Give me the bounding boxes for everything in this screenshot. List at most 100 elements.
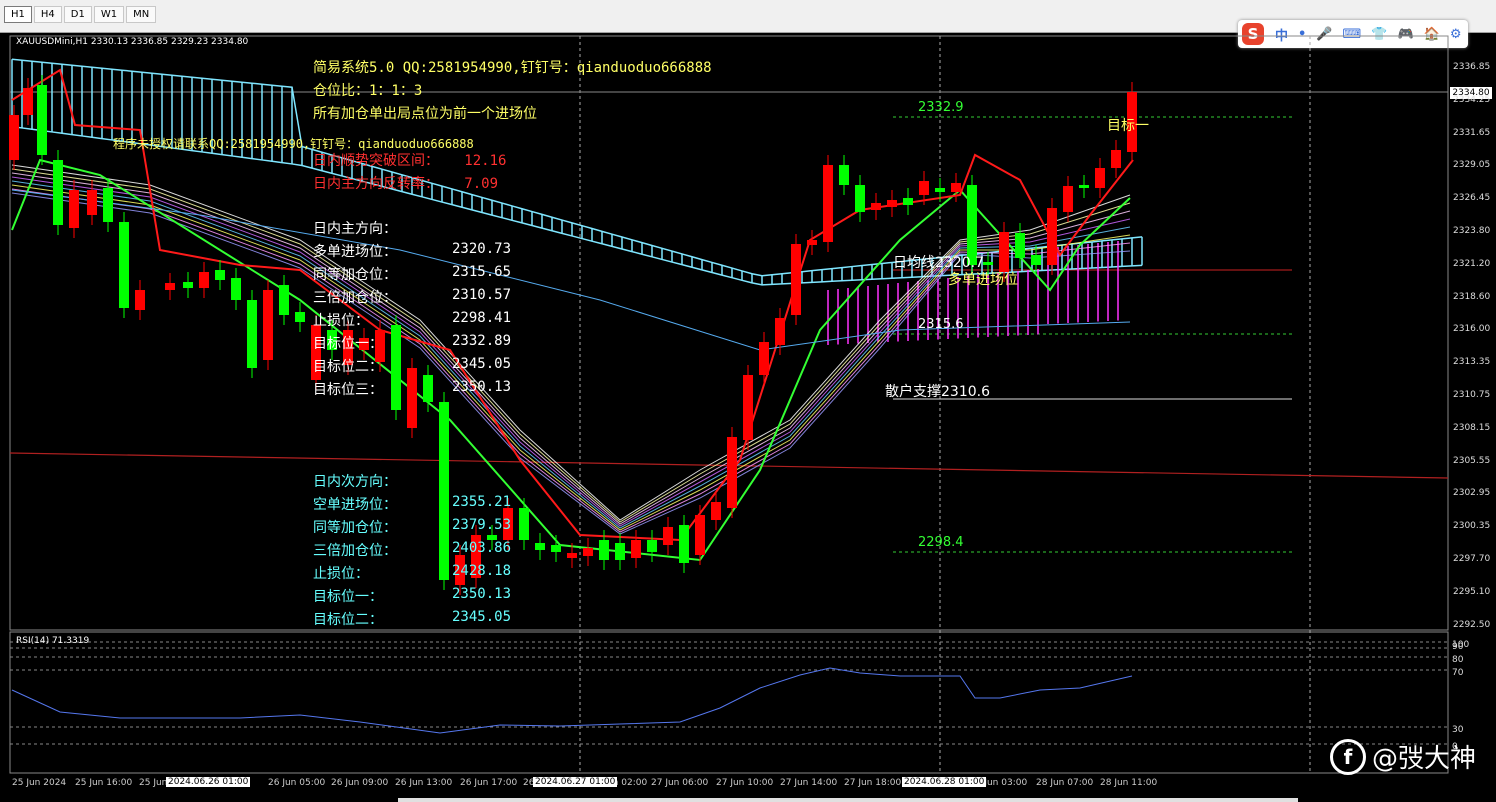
- weibo-logo-icon: f: [1330, 738, 1366, 775]
- time-cursor-box: 2024.06.28 01:00: [902, 777, 987, 787]
- panel-main-title: 日内主方向：: [313, 221, 397, 237]
- price-tick: 2336.85: [1453, 62, 1491, 72]
- candle-body: [615, 543, 625, 560]
- candle-body: [199, 272, 209, 288]
- price-tick: 2310.75: [1453, 390, 1491, 400]
- panel-main-label-2: 三倍加仓位：: [313, 290, 397, 306]
- panel-main-label-1: 同等加仓位：: [313, 267, 397, 283]
- candle-body: [1063, 186, 1073, 212]
- panel-sub-label-0: 空单进场位：: [313, 497, 397, 513]
- panel-sub-label-2: 三倍加仓位：: [313, 543, 397, 559]
- candle-body: [535, 543, 545, 550]
- panel-breakout: 日内顺势突破区间： 12.16: [313, 153, 507, 169]
- time-cursor-box: 2024.06.27 01:00: [533, 777, 618, 787]
- price-tick: 2329.05: [1453, 160, 1491, 171]
- price-tick: 2302.95: [1453, 488, 1491, 499]
- candle-body: [919, 181, 929, 195]
- candle-body: [23, 88, 33, 115]
- candle-body: [935, 188, 945, 192]
- price-tick: 2300.35: [1453, 521, 1491, 532]
- candle-body: [999, 232, 1009, 272]
- candle-body: [263, 290, 273, 360]
- panel-main-value-5: 2345.05: [452, 356, 512, 372]
- timeframe-mn-button[interactable]: MN: [126, 6, 157, 23]
- timeframe-h1-button[interactable]: H1: [4, 6, 32, 23]
- panel-add-rule: 所有加仓单出局点位为前一个进场位: [313, 106, 537, 122]
- symbol-info: XAUUSDMini,H1 2330.13 2336.85 2329.23 23…: [16, 37, 249, 47]
- candle-body: [9, 115, 19, 160]
- panel-main-label-4: 目标位一：: [313, 336, 383, 352]
- target1-value: 2332.9: [918, 100, 964, 115]
- panel-sub-title: 日内次方向：: [313, 474, 397, 490]
- candle-body: [183, 282, 193, 288]
- panel-main-label-6: 目标位三：: [313, 382, 383, 398]
- candle-body: [839, 165, 849, 185]
- candle-body: [439, 402, 449, 580]
- candle-body: [551, 545, 561, 552]
- price-tick: 2331.65: [1453, 127, 1491, 138]
- candle-body: [855, 185, 865, 212]
- candle-body: [165, 283, 175, 290]
- horizontal-scrollbar[interactable]: [398, 798, 1298, 802]
- panel-sub-value-5: 2345.05: [452, 609, 512, 625]
- candle-body: [791, 244, 801, 315]
- candle-body: [407, 368, 417, 428]
- price-tick: 2308.15: [1453, 422, 1491, 433]
- panel-sub-value-2: 2403.86: [452, 540, 512, 556]
- timeframe-w1-button[interactable]: W1: [93, 6, 125, 23]
- watermark-handle: @弢大神: [1372, 744, 1477, 774]
- timeframe-group: H1 H4 D1 W1 MN: [4, 6, 158, 23]
- candle-body: [1031, 255, 1041, 265]
- candle-body: [679, 525, 689, 563]
- candle-body: [823, 165, 833, 242]
- candle-body: [391, 325, 401, 410]
- candle-body: [423, 375, 433, 402]
- candle-body: [583, 548, 593, 556]
- candle-body: [775, 318, 785, 345]
- time-tick: 27 Jun 10:00: [716, 778, 774, 788]
- panel-sub-value-0: 2355.21: [452, 494, 512, 510]
- time-tick: 28 Jun 11:00: [1100, 778, 1158, 788]
- panel-main-label-0: 多单进场位：: [313, 244, 397, 260]
- candle-body: [1095, 168, 1105, 188]
- candle-body: [103, 188, 113, 222]
- time-cursor-box: 2024.06.26 01:00: [166, 777, 251, 787]
- panel-sub-value-4: 2350.13: [452, 586, 512, 602]
- target1-label: 目标一: [1107, 118, 1149, 134]
- time-tick: 28 Jun 07:00: [1036, 778, 1094, 788]
- candle-body: [87, 190, 97, 215]
- panel-reversal: 日内主方向反转率： 7.09: [313, 176, 499, 192]
- rsi-tick: 30: [1452, 725, 1464, 735]
- candle-body: [215, 270, 225, 280]
- candle-body: [871, 203, 881, 210]
- timeframe-d1-button[interactable]: D1: [63, 6, 92, 23]
- candle-body: [1079, 185, 1089, 188]
- long-entry-label: 多单进场位: [948, 272, 1018, 288]
- candle-body: [119, 222, 129, 308]
- panel-sub-label-5: 目标位二：: [313, 612, 383, 628]
- candle-body: [599, 540, 609, 560]
- candle-body: [567, 553, 577, 558]
- panel-main-value-4: 2332.89: [452, 333, 512, 349]
- candle-body: [663, 527, 673, 545]
- price-tick: 2305.55: [1453, 455, 1491, 466]
- candle-body: [53, 160, 63, 225]
- candle-body: [647, 540, 657, 552]
- rsi-tick: 90: [1452, 642, 1464, 652]
- time-tick: 27 Jun 14:00: [780, 778, 838, 788]
- moving-average: [11, 188, 1131, 533]
- candle-body: [279, 285, 289, 315]
- rsi-tick: 70: [1452, 668, 1464, 678]
- candle-body: [231, 278, 241, 300]
- candle-body: [519, 508, 529, 540]
- time-tick: 25 Jun 2024: [12, 778, 67, 788]
- candle-body: [695, 515, 705, 555]
- retail-support-label: 散户支撑2310.6: [885, 384, 990, 400]
- panel-main-label-5: 目标位二：: [313, 359, 383, 375]
- candle-body: [135, 290, 145, 310]
- time-tick: 26 Jun 17:00: [460, 778, 518, 788]
- time-tick: 26 Jun 13:00: [395, 778, 453, 788]
- timeframe-h4-button[interactable]: H4: [33, 6, 62, 23]
- panel-sub-label-4: 目标位一：: [313, 589, 383, 605]
- candle-body: [807, 240, 817, 245]
